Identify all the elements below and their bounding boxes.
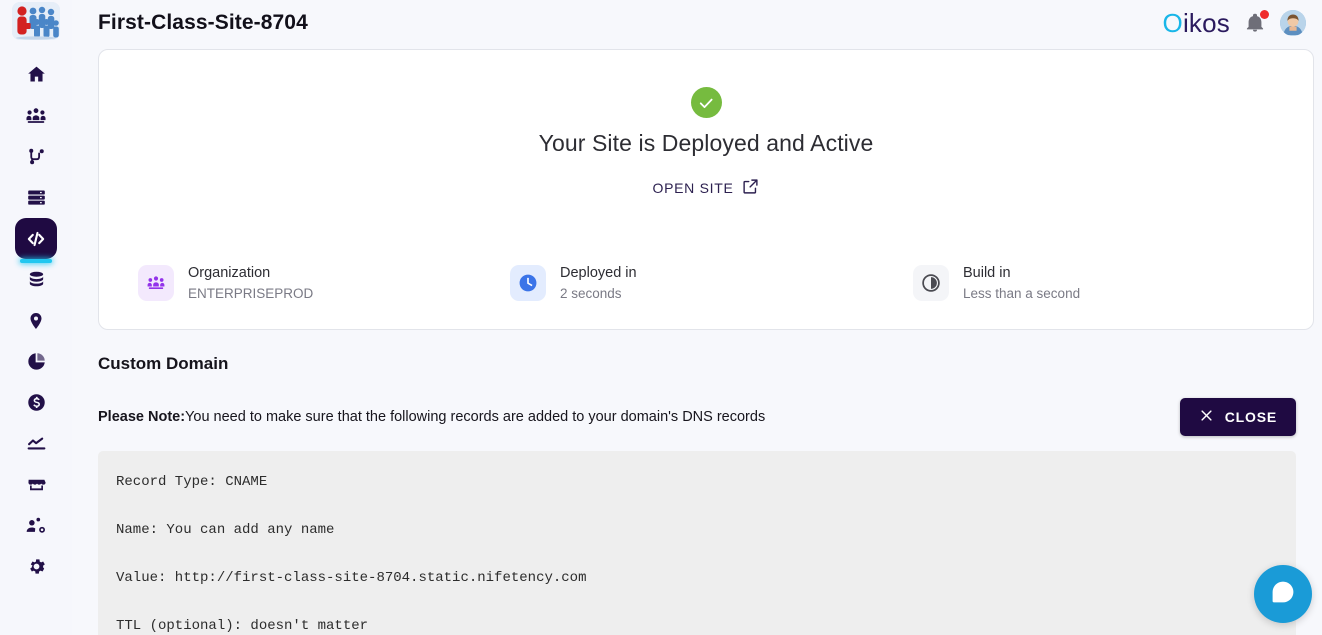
dns-record-line: Value: http://first-class-site-8704.stat… [116,571,1278,585]
code-brackets-icon [25,228,47,250]
build-time-icon [913,265,949,301]
dns-note-text: Please Note:You need to make sure that t… [98,409,765,425]
chat-support-button[interactable] [1254,565,1312,623]
storefront-icon [26,474,47,495]
stat-deployed-in: Deployed in 2 seconds [498,263,897,304]
stat-value: Less than a second [963,284,1080,304]
close-button[interactable]: CLOSE [1180,398,1296,436]
sidebar-item-integrations[interactable] [15,505,57,546]
gear-icon [26,556,47,577]
location-pin-icon [26,311,46,331]
pie-chart-icon [26,351,47,372]
sidebar-nav-list [0,54,72,587]
stat-organization: Organization ENTERPRISEPROD [99,263,498,304]
stat-value: ENTERPRISEPROD [188,284,313,304]
sidebar-item-marketplace[interactable] [15,464,57,505]
dns-record-line: Record Type: CNAME [116,475,1278,489]
notification-dot-badge [1260,10,1269,19]
users-gear-icon [25,515,47,537]
company-logo[interactable] [12,2,60,40]
notification-bell-button[interactable] [1244,11,1266,35]
topbar: First-Class-Site-8704 Oikos [72,0,1322,46]
oikos-wordmark: Oikos [1163,10,1230,36]
sidebar-item-location[interactable] [15,300,57,341]
custom-domain-title: Custom Domain [98,354,1322,374]
sidebar-item-billing[interactable] [15,382,57,423]
people-group-icon [25,105,47,127]
stat-text: Deployed in 2 seconds [560,263,637,304]
stat-build-in: Build in Less than a second [897,263,1313,304]
status-hero: Your Site is Deployed and Active OPEN SI… [99,50,1313,198]
stat-label: Build in [963,263,1080,284]
open-site-link[interactable]: OPEN SITE [653,178,760,198]
dns-note-strong: Please Note: [98,409,185,425]
sidebar-item-servers[interactable] [15,177,57,218]
open-site-label: OPEN SITE [653,180,734,196]
sidebar-item-metrics[interactable] [15,423,57,464]
sidebar-item-settings[interactable] [15,546,57,587]
deployment-headline: Your Site is Deployed and Active [99,130,1313,157]
sidebar-item-analytics[interactable] [15,341,57,382]
page-title: First-Class-Site-8704 [98,11,308,35]
sidebar-item-code[interactable] [15,218,57,259]
sidebar [0,0,72,635]
app-root: First-Class-Site-8704 Oikos [0,0,1322,635]
dns-records-code-block[interactable]: Record Type: CNAME Name: You can add any… [98,451,1296,635]
wordmark-o: O [1163,8,1183,38]
chat-bubble-icon [1270,579,1296,610]
dns-note-rest: You need to make sure that the following… [185,409,765,425]
close-x-icon [1199,408,1214,426]
clock-icon [510,265,546,301]
stat-label: Organization [188,263,313,284]
dns-record-line: Name: You can add any name [116,523,1278,537]
sidebar-item-workflows[interactable] [15,136,57,177]
stat-text: Organization ENTERPRISEPROD [188,263,313,304]
external-link-icon [742,178,759,198]
stat-text: Build in Less than a second [963,263,1080,304]
dollar-circle-icon [26,392,47,413]
notification-bell-icon [1244,21,1266,38]
sidebar-item-database[interactable] [15,259,57,300]
trend-line-icon [26,433,47,454]
check-circle-icon [691,87,722,118]
dns-record-line: TTL (optional): doesn't matter [116,619,1278,633]
main-content: First-Class-Site-8704 Oikos [72,0,1322,635]
stat-value: 2 seconds [560,284,637,304]
dns-note-row: Please Note:You need to make sure that t… [98,398,1296,436]
user-avatar[interactable] [1280,10,1306,36]
home-icon [26,64,47,85]
branch-workflow-icon [26,146,47,167]
server-stack-icon [26,187,47,208]
wordmark-rest: ikos [1183,8,1230,38]
sidebar-item-teams[interactable] [15,95,57,136]
deployment-status-card: Your Site is Deployed and Active OPEN SI… [98,49,1314,330]
topbar-actions: Oikos [1163,10,1306,36]
database-icon [26,269,47,290]
organization-icon [138,265,174,301]
stat-label: Deployed in [560,263,637,284]
close-button-label: CLOSE [1225,409,1277,425]
sidebar-item-home[interactable] [15,54,57,95]
stats-row: Organization ENTERPRISEPROD Deployed in … [99,237,1313,329]
